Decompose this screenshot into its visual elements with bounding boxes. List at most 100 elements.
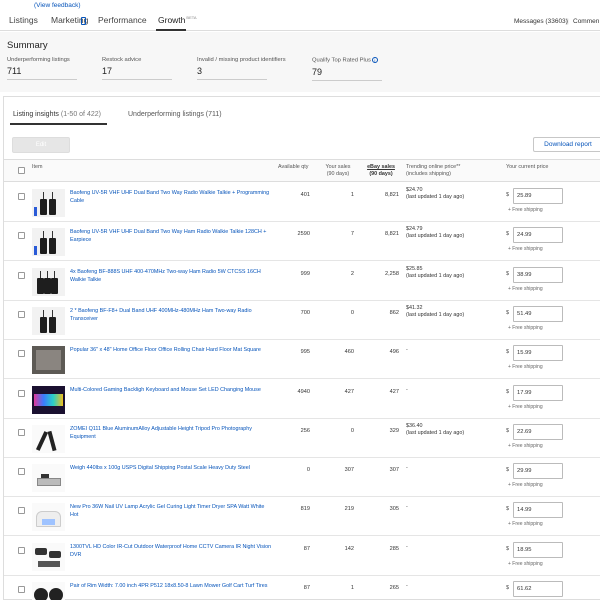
listing-title-link[interactable]: New Pro 36W Nail UV Lamp Acrylic Gel Cur…	[70, 503, 273, 519]
product-thumbnail[interactable]	[32, 228, 65, 257]
available-qty: 87	[303, 545, 310, 552]
product-thumbnail[interactable]	[32, 582, 65, 600]
currency-symbol: $	[506, 231, 510, 238]
edit-button[interactable]: Edit	[12, 137, 70, 153]
mobile-icon[interactable]	[81, 17, 86, 25]
row-checkbox[interactable]	[18, 546, 25, 554]
currency-symbol: $	[506, 506, 510, 513]
trending-price: $25.85 (last updated 1 day ago)	[406, 265, 465, 279]
listing-title-link[interactable]: Multi-Colored Gaming Backligh Keyboard a…	[70, 386, 273, 394]
trending-price: -	[406, 543, 408, 550]
tab-performance[interactable]: Performance	[98, 15, 147, 25]
col-trending-price[interactable]: Trending online price** (includes shippin…	[406, 164, 460, 178]
row-checkbox[interactable]	[18, 586, 25, 593]
col-item: Item	[32, 164, 43, 170]
table-header: Item Available qty Your sales (90 days) e…	[4, 159, 600, 182]
metric-underperforming[interactable]: Underperforming listings 711	[7, 57, 87, 80]
ebay-sales: 8,821	[385, 231, 399, 238]
available-qty: 999	[300, 270, 310, 277]
tab-listing-insights[interactable]: Listing insights (1-50 of 422)	[13, 111, 101, 118]
view-feedback-link[interactable]: (View feedback)	[34, 2, 81, 9]
currency-symbol: $	[506, 467, 510, 474]
listing-title-link[interactable]: Pair of Rim Width: 7.00 inch 4PR P512 18…	[70, 582, 273, 590]
price-input[interactable]: 18.95	[513, 541, 563, 558]
trending-price: $24.79 (last updated 1 day ago)	[406, 226, 465, 240]
col-ebay-sales[interactable]: eBay sales (90 days)	[365, 164, 397, 178]
tab-growth[interactable]: GrowthBETA	[158, 15, 197, 25]
available-qty: 819	[300, 506, 310, 513]
metric-restock[interactable]: Restock advice 17	[102, 57, 182, 80]
price-input[interactable]: 25.89	[513, 188, 563, 204]
price-input[interactable]: 22.69	[513, 423, 563, 440]
your-sales: 219	[344, 506, 354, 513]
table-row: Multi-Colored Gaming Backligh Keyboard a…	[4, 380, 600, 419]
row-checkbox[interactable]	[18, 232, 25, 240]
metric-top-rated-plus[interactable]: Qualify Top Rated Plus i 79	[312, 57, 392, 81]
tab-listings[interactable]: Listings	[9, 15, 38, 25]
product-thumbnail[interactable]	[32, 306, 65, 335]
row-checkbox[interactable]	[18, 389, 25, 397]
free-shipping-label: + Free shipping	[508, 285, 543, 292]
free-shipping-label: + Free shipping	[508, 521, 543, 528]
info-icon[interactable]: i	[371, 57, 378, 63]
tab-underperforming-listings[interactable]: Underperforming listings (711)	[128, 111, 222, 118]
product-thumbnail[interactable]	[32, 464, 65, 493]
product-thumbnail[interactable]	[32, 542, 65, 571]
col-current-price[interactable]: Your current price	[506, 164, 548, 171]
available-qty: 995	[300, 349, 310, 356]
product-thumbnail[interactable]	[32, 503, 65, 532]
trending-price: -	[406, 465, 408, 472]
comments-link[interactable]: Commen	[573, 18, 599, 25]
price-input[interactable]: 15.99	[513, 345, 563, 362]
listing-title-link[interactable]: Baofeng UV-5R VHF UHF Dual Band Two Way …	[70, 189, 273, 205]
listing-title-link[interactable]: 1300TVL HD Color IR-Cut Outdoor Waterpro…	[70, 543, 273, 559]
price-input[interactable]: 17.99	[513, 384, 563, 401]
beta-badge: BETA	[186, 15, 197, 20]
row-checkbox[interactable]	[18, 271, 25, 279]
listings-panel: Listing insights (1-50 of 422) Underperf…	[3, 96, 600, 600]
product-thumbnail[interactable]	[32, 267, 65, 296]
row-checkbox[interactable]	[18, 310, 25, 318]
currency-symbol: $	[506, 388, 510, 395]
listing-title-link[interactable]: Weigh 440lbs x 100g USPS Digital Shippin…	[70, 464, 273, 472]
price-input[interactable]: 38.99	[513, 266, 563, 283]
row-checkbox[interactable]	[18, 428, 25, 436]
table-row: 4x Baofeng BF-888S UHF 400-470MHz Two-wa…	[4, 262, 600, 301]
metric-invalid-identifiers[interactable]: Invalid / missing product identifiers 3	[197, 57, 286, 80]
select-all-checkbox[interactable]	[18, 167, 25, 174]
summary-title: Summary	[7, 40, 48, 51]
download-report-button[interactable]: Download report	[533, 137, 600, 152]
listing-title-link[interactable]: 4x Baofeng BF-888S UHF 400-470MHz Two-wa…	[70, 268, 273, 284]
price-input[interactable]: 61.62	[513, 581, 563, 597]
available-qty: 0	[306, 467, 310, 474]
table-row: 1300TVL HD Color IR-Cut Outdoor Waterpro…	[4, 537, 600, 576]
row-checkbox[interactable]	[18, 468, 25, 476]
row-checkbox[interactable]	[18, 507, 25, 515]
table-row: 2 * Baofeng BF-F8+ Dual Band UHF 400MHz-…	[4, 301, 600, 340]
currency-symbol: $	[506, 192, 510, 198]
price-input[interactable]: 51.49	[513, 305, 563, 322]
listing-title-link[interactable]: Popular 36" x 48" Home Office Floor Offi…	[70, 346, 273, 354]
messages-link[interactable]: Messages (33603)	[514, 18, 568, 25]
col-available-qty[interactable]: Available qty	[278, 164, 308, 171]
product-thumbnail[interactable]	[32, 385, 65, 414]
row-checkbox[interactable]	[18, 350, 25, 358]
listing-title-link[interactable]: Baofeng UV-5R VHF UHF Dual Band Two Way …	[70, 228, 273, 244]
your-sales: 0	[350, 427, 354, 434]
product-thumbnail[interactable]	[32, 424, 65, 453]
price-input[interactable]: 29.99	[513, 463, 563, 480]
active-tab-indicator	[10, 123, 107, 125]
top-navigation: Listings Marketing Performance GrowthBET…	[0, 9, 600, 31]
listing-title-link[interactable]: 2 * Baofeng BF-F8+ Dual Band UHF 400MHz-…	[70, 307, 273, 323]
price-input[interactable]: 14.99	[513, 502, 563, 519]
product-thumbnail[interactable]	[32, 189, 65, 217]
available-qty: 256	[300, 427, 310, 434]
free-shipping-label: + Free shipping	[508, 364, 543, 371]
trending-price: -	[406, 347, 408, 354]
col-your-sales[interactable]: Your sales (90 days)	[323, 164, 353, 178]
price-input[interactable]: 24.99	[513, 227, 563, 244]
product-thumbnail[interactable]	[32, 346, 65, 375]
listing-title-link[interactable]: ZOMEI Q111 Blue AluminumAlloy Adjustable…	[70, 425, 273, 441]
currency-symbol: $	[506, 545, 510, 552]
row-checkbox[interactable]	[18, 193, 25, 200]
